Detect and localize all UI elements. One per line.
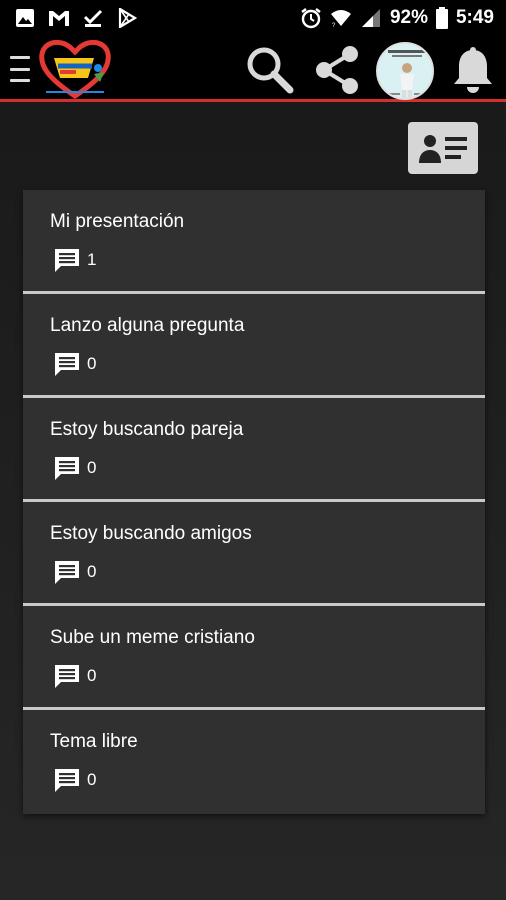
- topic-item[interactable]: Estoy buscando pareja 0: [23, 398, 485, 502]
- topic-title: Lanzo alguna pregunta: [50, 315, 245, 336]
- alarm-icon: [300, 7, 322, 29]
- status-bar: ? 92% 5:49: [0, 0, 506, 36]
- comment-icon: [55, 665, 79, 688]
- gmail-icon: [48, 7, 70, 29]
- search-button[interactable]: [244, 44, 296, 96]
- svg-text:?: ?: [332, 23, 336, 28]
- topic-item[interactable]: Mi presentación 1: [23, 190, 485, 294]
- topic-title: Mi presentación: [50, 211, 185, 232]
- screen: ? 92% 5:49 Mi presentación 1 Lanzo algun…: [0, 0, 506, 900]
- image-icon: [14, 7, 36, 29]
- comment-count: 0: [87, 354, 97, 373]
- comment-icon: [55, 457, 79, 480]
- status-notifications: [14, 7, 138, 29]
- topic-item[interactable]: Lanzo alguna pregunta 0: [23, 294, 485, 398]
- contact-card-icon: [419, 135, 467, 163]
- bell-icon: [454, 47, 492, 93]
- comment-count: 0: [87, 770, 97, 789]
- status-system: ? 92% 5:49: [300, 7, 494, 29]
- notifications-button[interactable]: [450, 46, 496, 94]
- comment-count: 1: [87, 250, 97, 269]
- topic-title: Tema libre: [50, 731, 138, 752]
- topic-item[interactable]: Sube un meme cristiano 0: [23, 606, 485, 710]
- battery-percent: 92%: [389, 7, 428, 28]
- comment-count: 0: [87, 562, 97, 581]
- topic-meta: 0: [50, 767, 458, 793]
- profile-card-button[interactable]: [408, 122, 478, 174]
- comment-icon: [55, 249, 79, 272]
- wifi-icon: ?: [330, 7, 352, 29]
- app-bar: [0, 36, 506, 102]
- play-store-icon: [116, 7, 138, 29]
- topic-meta: 0: [50, 455, 458, 481]
- user-avatar[interactable]: [376, 42, 434, 100]
- battery-icon: [435, 7, 448, 29]
- topic-item[interactable]: Estoy buscando amigos 0: [23, 502, 485, 606]
- cell-signal-icon: [360, 7, 382, 29]
- topic-item[interactable]: Tema libre 0: [23, 710, 485, 814]
- topic-meta: 0: [50, 351, 458, 377]
- download-done-icon: [82, 7, 104, 29]
- clock: 5:49: [455, 7, 494, 28]
- topic-meta: 0: [50, 663, 458, 689]
- topic-title: Estoy buscando amigos: [50, 523, 252, 544]
- comment-icon: [55, 353, 79, 376]
- share-icon: [316, 46, 358, 94]
- menu-icon[interactable]: [10, 56, 30, 82]
- app-logo[interactable]: [38, 38, 112, 100]
- comment-icon: [55, 769, 79, 792]
- comment-icon: [55, 561, 79, 584]
- share-button[interactable]: [312, 44, 364, 96]
- topic-title: Estoy buscando pareja: [50, 419, 244, 440]
- topic-meta: 0: [50, 559, 458, 585]
- topic-meta: 1: [50, 247, 458, 273]
- comment-count: 0: [87, 666, 97, 685]
- search-icon: [247, 47, 294, 94]
- topic-title: Sube un meme cristiano: [50, 627, 255, 648]
- comment-count: 0: [87, 458, 97, 477]
- topic-list: Mi presentación 1 Lanzo alguna pregunta …: [23, 190, 485, 814]
